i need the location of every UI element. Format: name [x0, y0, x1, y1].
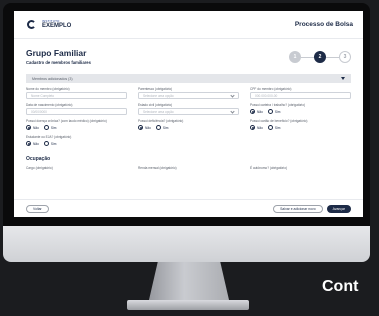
- radio-option-no[interactable]: Não: [138, 125, 151, 130]
- app-title: Processo de Bolsa: [294, 21, 353, 28]
- radio-label: Não: [257, 125, 263, 130]
- field-cargo: Cargo (obrigatório): [26, 166, 127, 171]
- radio-checked-icon: [26, 141, 31, 146]
- field-estudante: Estudante ou EJA? (obrigatório) Não Sim: [26, 135, 127, 147]
- overlay-caption: Cont: [322, 278, 359, 295]
- logo-name: EXEMPLO: [42, 23, 72, 29]
- radio-option-yes[interactable]: Sim: [267, 125, 281, 130]
- radio-label: Não: [33, 141, 39, 146]
- occupation-form: Cargo (obrigatório) Renda mensal (obriga…: [14, 162, 363, 171]
- field-estado-civil: Estado civil (obrigatório) Selecione uma…: [138, 103, 239, 115]
- app-header: INSTITUTO EXEMPLO Processo de Bolsa: [14, 11, 363, 39]
- page-title: Grupo Familiar: [26, 48, 87, 58]
- input-placeholder: 000.000.000-00: [255, 93, 278, 98]
- monitor-chin: [3, 226, 370, 262]
- radio-group: Não Sim: [26, 124, 127, 131]
- cpf-input[interactable]: 000.000.000-00: [250, 92, 351, 99]
- step-2[interactable]: 2: [314, 51, 326, 63]
- field-trabalho: Possui carteira / trabalho? (obrigatório…: [250, 103, 351, 115]
- radio-label: Não: [33, 125, 39, 130]
- radio-unchecked-icon: [155, 125, 161, 130]
- page-titlebar: Grupo Familiar Cadastro de membros famil…: [14, 39, 363, 70]
- radio-option-no[interactable]: Não: [26, 125, 39, 130]
- field-nascimento: Data de nascimento (obrigatório) 00/00/0…: [26, 103, 127, 115]
- radio-label: Não: [257, 109, 263, 114]
- logo-icon: [26, 19, 38, 31]
- parentesco-select[interactable]: Selecione uma opção: [138, 92, 239, 99]
- field-nome: Nome do membro (obrigatório) Nome Comple…: [26, 87, 127, 99]
- radio-label: Não: [145, 125, 151, 130]
- field-beneficio: Possui cartão de benefício? (obrigatório…: [250, 119, 351, 131]
- input-placeholder: Nome Completo: [31, 93, 55, 98]
- step-1[interactable]: 1: [289, 51, 301, 63]
- birthdate-input[interactable]: 00/00/0000: [26, 108, 127, 115]
- radio-checked-icon: [26, 125, 31, 130]
- radio-option-no[interactable]: Não: [26, 141, 39, 146]
- radio-unchecked-icon: [43, 141, 49, 146]
- field-label: Renda mensal (obrigatório): [138, 166, 177, 170]
- step-connector: [301, 56, 314, 58]
- radio-group: Não Sim: [138, 124, 239, 131]
- radio-group: Não Sim: [250, 108, 351, 115]
- radio-option-yes[interactable]: Sim: [43, 141, 57, 146]
- radio-option-yes[interactable]: Sim: [267, 109, 281, 114]
- next-button[interactable]: Avançar: [326, 204, 351, 213]
- step-connector: [326, 56, 339, 58]
- radio-label: Sim: [50, 141, 57, 146]
- field-parentesco: Parentesco (obrigatório) Selecione uma o…: [138, 87, 239, 99]
- radio-unchecked-icon: [267, 125, 273, 130]
- radio-label: Sim: [162, 125, 169, 130]
- monitor-screen: INSTITUTO EXEMPLO Processo de Bolsa Grup…: [14, 11, 363, 217]
- chevron-down-icon: [230, 108, 235, 114]
- radio-group: Não Sim: [250, 124, 351, 131]
- radio-checked-icon: [138, 125, 143, 130]
- stepper: 1 2 3: [289, 51, 351, 63]
- field-autonomo: É autônomo? (obrigatório): [250, 166, 351, 171]
- select-placeholder: Selecione uma opção: [143, 93, 174, 98]
- field-label: Cargo (obrigatório): [26, 166, 53, 170]
- field-deficiencia: Possui deficiência? (obrigatório) Não Si…: [138, 119, 239, 131]
- radio-group: Não Sim: [26, 140, 127, 147]
- page-subtitle: Cadastro de membros familiares: [26, 60, 91, 65]
- radio-label: Sim: [50, 125, 57, 130]
- form-footer: Voltar Salvar e adicionar novo Avançar: [14, 199, 363, 217]
- radio-unchecked-icon: [43, 125, 49, 130]
- select-placeholder: Selecione uma opção: [143, 109, 174, 114]
- accordion-label: Membros adicionados (3): [32, 76, 73, 81]
- member-form: Nome do membro (obrigatório) Nome Comple…: [14, 83, 363, 147]
- nome-input[interactable]: Nome Completo: [26, 92, 127, 99]
- step-3[interactable]: 3: [339, 51, 351, 63]
- estado-civil-select[interactable]: Selecione uma opção: [138, 108, 239, 115]
- radio-option-no[interactable]: Não: [250, 125, 263, 130]
- save-add-button[interactable]: Salvar e adicionar novo: [273, 204, 323, 213]
- radio-label: Sim: [274, 109, 281, 114]
- input-placeholder: 00/00/0000: [31, 109, 47, 114]
- section-title-occupation: Ocupação: [26, 156, 51, 162]
- monitor-stand-base: [127, 300, 249, 310]
- field-label: É autônomo? (obrigatório): [250, 166, 288, 170]
- radio-checked-icon: [250, 109, 255, 114]
- radio-option-yes[interactable]: Sim: [155, 125, 169, 130]
- field-doenca: Possui doença crônica? (com laudo médico…: [26, 119, 127, 131]
- field-cpf: CPF do membro (obrigatório) 000.000.000-…: [250, 87, 351, 99]
- radio-label: Sim: [274, 125, 281, 130]
- field-renda: Renda mensal (obrigatório): [138, 166, 239, 171]
- members-accordion[interactable]: Membros adicionados (3): [26, 74, 351, 83]
- radio-option-no[interactable]: Não: [250, 109, 263, 114]
- back-button[interactable]: Voltar: [26, 204, 49, 213]
- radio-unchecked-icon: [267, 109, 273, 114]
- logo[interactable]: INSTITUTO EXEMPLO: [26, 19, 71, 31]
- chevron-down-icon: [341, 77, 345, 80]
- chevron-down-icon: [230, 92, 235, 98]
- radio-option-yes[interactable]: Sim: [43, 125, 57, 130]
- radio-checked-icon: [250, 125, 255, 130]
